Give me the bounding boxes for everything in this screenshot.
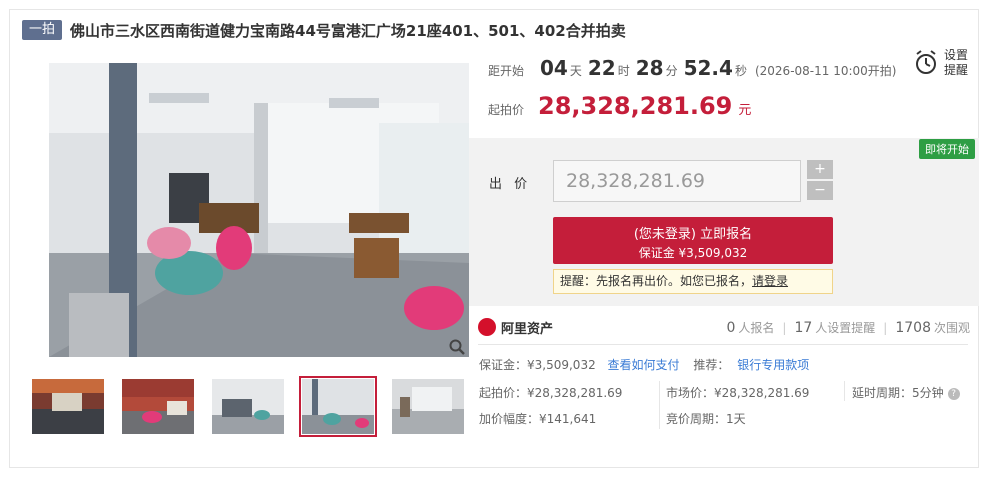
countdown-label: 距开始 xyxy=(488,64,525,78)
countdown-row: 距开始 04 天 22 时 28 分 52.4 秒 (2026-08-11 10… xyxy=(488,56,896,86)
set-reminder-button[interactable]: 设置 提醒 xyxy=(914,48,968,78)
reminder-count: 17 xyxy=(794,319,813,336)
thumbnail-4[interactable] xyxy=(299,376,377,437)
start-price-value: 28,328,281.69 xyxy=(538,92,733,120)
reminder-line1: 设置 xyxy=(944,48,969,62)
detail-start-price: 起拍价：¥28,328,281.69 xyxy=(479,386,623,400)
auction-stats: 0 人报名 | 17 人设置提醒 | 1708 次围观 xyxy=(726,319,970,336)
bid-amount-input[interactable]: 28,328,281.69 xyxy=(553,160,801,202)
title-row: 一拍 佛山市三水区西南街道健力宝南路44号富港汇广场21座401、501、402… xyxy=(22,19,626,41)
minutes-unit: 分 xyxy=(665,64,678,78)
view-count: 1708 xyxy=(895,319,931,336)
deposit-text: 保证金：¥3,509,032 xyxy=(479,358,596,372)
start-price-label: 起拍价 xyxy=(488,103,525,117)
deposit-row: 保证金：¥3,509,032 查看如何支付 推荐： 银行专用款项 xyxy=(479,356,809,373)
start-price-unit: 元 xyxy=(738,103,752,118)
auction-round-tag: 一拍 xyxy=(22,20,63,40)
detail-divider-2 xyxy=(844,381,845,401)
alarm-clock-icon xyxy=(916,50,936,74)
countdown-minutes: 28 xyxy=(635,56,664,80)
detail-increment: 加价幅度：¥141,641 xyxy=(479,412,597,426)
signup-label: (您未登录) 立即报名 xyxy=(633,227,753,242)
seconds-unit: 秒 xyxy=(734,64,747,78)
thumbnail-2[interactable] xyxy=(122,379,194,434)
login-hint: 提醒：先报名再出价。如您已报名，请登录 xyxy=(553,269,833,294)
zoom-icon[interactable] xyxy=(446,336,468,358)
auction-title: 佛山市三水区西南街道健力宝南路44号富港汇广场21座401、501、402合并拍… xyxy=(70,21,626,40)
thumbnail-strip xyxy=(32,376,482,437)
increase-bid-button[interactable]: + xyxy=(807,160,833,179)
view-count-label: 次围观 xyxy=(933,320,970,335)
bank-funds-link[interactable]: 银行专用款项 xyxy=(737,358,809,372)
hours-unit: 时 xyxy=(617,64,630,78)
delay-period-row: 延时周期：5分钟? xyxy=(852,384,960,401)
bid-label: 出 价 xyxy=(489,177,532,192)
login-link[interactable]: 请登录 xyxy=(752,274,788,288)
detail-bid-period: 竞价周期：1天 xyxy=(666,412,746,426)
platform-name: 阿里资产 xyxy=(501,321,554,337)
hint-text: 提醒：先报名再出价。如您已报名， xyxy=(560,274,753,288)
recommend-label: 推荐： xyxy=(693,358,730,372)
thumbnail-3[interactable] xyxy=(212,379,284,434)
signup-count: 0 xyxy=(726,319,736,336)
thumbnail-1[interactable] xyxy=(32,379,104,434)
thumbnail-5[interactable] xyxy=(392,379,464,434)
bid-panel: 即将开始 出 价 28,328,281.69 + − (您未登录) 立即报名 保… xyxy=(469,138,979,306)
office-interior-image xyxy=(49,63,469,357)
countdown-hours: 22 xyxy=(587,56,616,80)
start-time: (2026-08-11 10:00开拍) xyxy=(754,64,897,78)
how-to-pay-link[interactable]: 查看如何支付 xyxy=(608,358,680,372)
divider xyxy=(478,344,968,345)
start-price-row: 起拍价 28,328,281.69 元 xyxy=(488,92,751,120)
reminder-count-label: 人设置提醒 xyxy=(815,320,876,335)
decrease-bid-button[interactable]: − xyxy=(807,181,833,200)
ali-assets-logo-icon xyxy=(478,318,496,336)
signup-button[interactable]: (您未登录) 立即报名 保证金 ¥3,509,032 xyxy=(553,217,833,264)
status-badge: 即将开始 xyxy=(919,139,975,159)
reminder-line2: 提醒 xyxy=(944,63,969,77)
countdown-days: 04 xyxy=(540,56,568,80)
detail-delay-period: 延时周期：5分钟 xyxy=(852,386,944,400)
platform-row: 阿里资产 0 人报名 | 17 人设置提醒 | 1708 次围观 xyxy=(478,314,970,340)
help-icon[interactable]: ? xyxy=(947,387,960,400)
signup-count-label: 人报名 xyxy=(738,320,775,335)
detail-market-price: 市场价：¥28,328,281.69 xyxy=(666,386,810,400)
auction-page: 一拍 佛山市三水区西南街道健力宝南路44号富港汇广场21座401、501、402… xyxy=(0,0,984,484)
countdown-seconds: 52.4 xyxy=(683,56,733,80)
main-photo[interactable] xyxy=(49,63,469,357)
signup-deposit: 保证金 ¥3,509,032 xyxy=(638,246,748,260)
days-unit: 天 xyxy=(569,64,582,78)
detail-divider-1 xyxy=(659,381,660,429)
